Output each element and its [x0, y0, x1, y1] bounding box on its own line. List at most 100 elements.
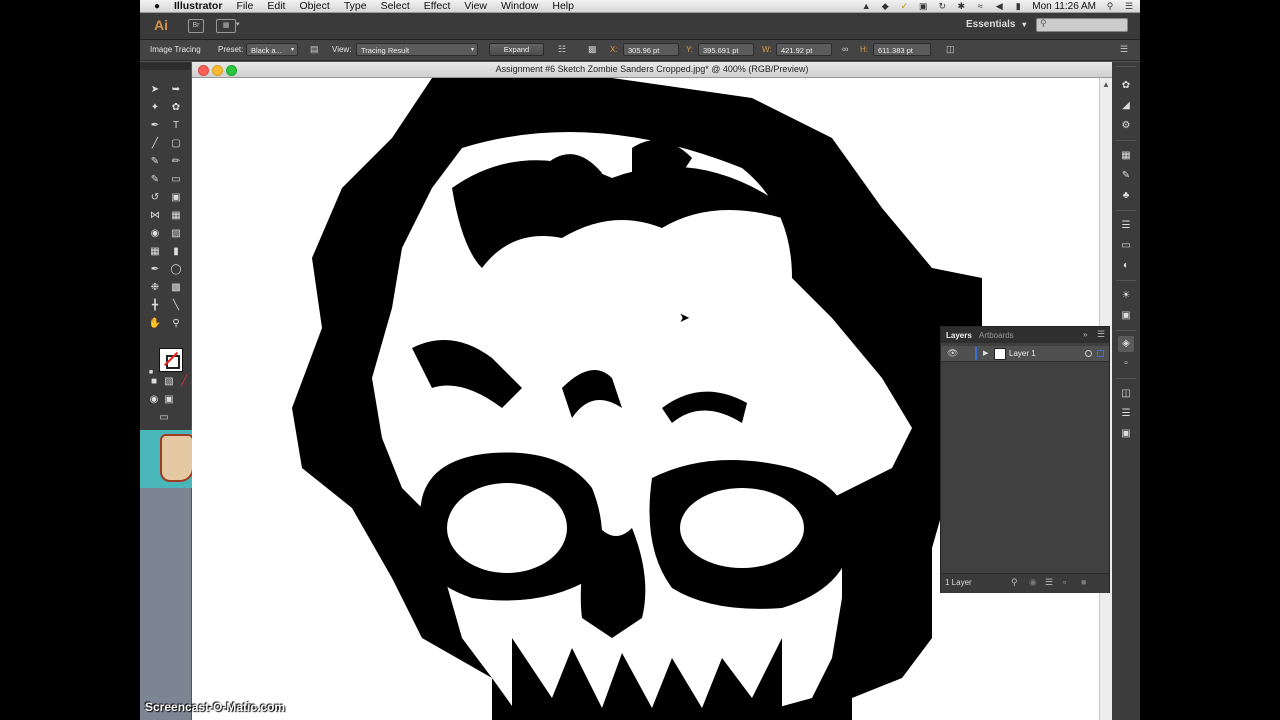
spotlight-search-icon[interactable]: ⚲ [1105, 1, 1115, 11]
graphic-styles-icon[interactable]: ▣ [1118, 308, 1134, 324]
tab-artboards[interactable]: Artboards [979, 331, 1014, 340]
chevron-down-icon[interactable]: ▾ [236, 20, 240, 28]
expand-button[interactable]: Expand [489, 43, 544, 56]
stroke-icon[interactable]: ☰ [1118, 218, 1134, 234]
draw-normal-icon[interactable]: ◉ [146, 392, 162, 408]
mesh-tool-icon[interactable]: ▦ [147, 244, 163, 260]
artboard-tool-icon[interactable]: ╋ [147, 298, 163, 314]
minimize-window-button[interactable] [212, 65, 223, 76]
menu-view[interactable]: View [464, 0, 487, 12]
screen-mode-icon[interactable]: ▭ [156, 410, 172, 426]
expand-triangle-icon[interactable]: ▶ [983, 349, 988, 357]
perspective-grid-tool-icon[interactable]: ▧ [168, 226, 184, 242]
rectangle-tool-icon[interactable]: ▢ [168, 136, 184, 152]
preset-select[interactable]: Black a... ▾ [246, 43, 298, 56]
workspace-switcher[interactable]: Essentials ▾ [966, 19, 1026, 30]
layers-icon[interactable]: ◈ [1118, 336, 1134, 352]
delete-layer-icon[interactable]: ■ [1081, 577, 1086, 587]
menubar-clock[interactable]: Mon 11:26 AM [1032, 1, 1096, 12]
view-select[interactable]: Tracing Result ▾ [356, 43, 478, 56]
symbol-sprayer-tool-icon[interactable]: ❉ [147, 280, 163, 296]
dropbox-icon[interactable]: ◆ [880, 1, 890, 11]
selection-indicator[interactable] [1097, 350, 1104, 357]
zoom-window-button[interactable] [226, 65, 237, 76]
display-icon[interactable]: ▣ [918, 1, 928, 11]
make-clipping-mask-icon[interactable]: ◉ [1029, 577, 1037, 588]
bridge-icon[interactable]: Br [188, 19, 204, 33]
collapse-panel-icon[interactable]: » [1083, 330, 1087, 339]
wifi-icon[interactable]: ≈ [975, 1, 985, 11]
pathfinder-icon[interactable]: ▣ [1118, 426, 1134, 442]
arrange-documents-icon[interactable]: ▦ [216, 19, 236, 33]
width-tool-icon[interactable]: ⋈ [147, 208, 163, 224]
gradient-mode-icon[interactable]: ▧ [161, 374, 177, 390]
direct-selection-tool-icon[interactable]: ➥ [168, 82, 184, 98]
draw-behind-icon[interactable]: ▣ [161, 392, 177, 408]
line-segment-tool-icon[interactable]: ╱ [147, 136, 163, 152]
reference-point-icon[interactable]: ▩ [588, 44, 597, 55]
constrain-proportions-icon[interactable]: ∞ [842, 44, 848, 54]
blend-tool-icon[interactable]: ◯ [168, 262, 184, 278]
swatches-icon[interactable]: ▦ [1118, 148, 1134, 164]
none-mode-icon[interactable]: ╱ [176, 374, 192, 390]
eraser-tool-icon[interactable]: ▭ [168, 172, 184, 188]
hand-tool-icon[interactable]: ✋ [147, 316, 163, 332]
fill-stroke-swatch[interactable] [159, 348, 183, 372]
align-icon[interactable]: ☷ [558, 44, 566, 55]
menu-help[interactable]: Help [552, 0, 574, 12]
slice-tool-icon[interactable]: ╲ [168, 298, 184, 314]
transform-icon[interactable]: ◫ [1118, 386, 1134, 402]
notification-bell-icon[interactable]: ▲ [861, 1, 871, 11]
blob-brush-tool-icon[interactable]: ✎ [147, 172, 163, 188]
locate-object-icon[interactable]: ⚲ [1011, 577, 1018, 588]
brushes-icon[interactable]: ✎ [1118, 168, 1134, 184]
scroll-up-icon[interactable]: ▲ [1102, 80, 1110, 89]
rotate-tool-icon[interactable]: ↺ [147, 190, 163, 206]
menu-effect[interactable]: Effect [424, 0, 451, 12]
menu-window[interactable]: Window [501, 0, 538, 12]
type-tool-icon[interactable]: T [168, 118, 184, 134]
eyedropper-tool-icon[interactable]: ✒ [147, 262, 163, 278]
image-trace-panel-icon[interactable]: ▤ [310, 44, 319, 55]
layer-row[interactable]: 👁 ▶ Layer 1 [941, 346, 1109, 362]
x-position-field[interactable]: 305.96 pt [623, 43, 679, 56]
checkmark-icon[interactable]: ✓ [899, 1, 909, 11]
color-guide-icon[interactable]: ✿ [1118, 78, 1134, 94]
artboards-icon[interactable]: ▫ [1118, 356, 1134, 372]
menu-object[interactable]: Object [299, 0, 329, 12]
color-icon[interactable]: ◢ [1118, 98, 1134, 114]
gradient-tool-icon[interactable]: ▮ [168, 244, 184, 260]
width-field[interactable]: 421.92 pt [776, 43, 832, 56]
create-new-layer-icon[interactable]: ▫ [1063, 577, 1066, 587]
color-mode-icon[interactable]: ■ [146, 374, 162, 390]
notification-center-icon[interactable]: ☰ [1124, 1, 1134, 11]
panel-menu-icon[interactable]: ☰ [1097, 329, 1105, 340]
lasso-tool-icon[interactable]: ✿ [168, 100, 184, 116]
transform-icon[interactable]: ◫ [946, 44, 955, 55]
tab-layers[interactable]: Layers [946, 331, 972, 340]
panel-menu-icon[interactable]: ☰ [1120, 44, 1128, 55]
image-trace-icon[interactable]: ⚙ [1118, 118, 1134, 134]
appearance-icon[interactable]: ☀ [1118, 288, 1134, 304]
free-transform-tool-icon[interactable]: ▦ [168, 208, 184, 224]
y-position-field[interactable]: 395.691 pt [698, 43, 754, 56]
visibility-eye-icon[interactable]: 👁 [947, 348, 958, 359]
magic-wand-tool-icon[interactable]: ✦ [147, 100, 163, 116]
app-menu-illustrator[interactable]: Illustrator [174, 0, 222, 12]
close-window-button[interactable] [198, 65, 209, 76]
tools-panel-grip[interactable] [140, 62, 191, 70]
pen-tool-icon[interactable]: ✒ [147, 118, 163, 134]
menu-select[interactable]: Select [381, 0, 410, 12]
volume-icon[interactable]: ◀ [994, 1, 1004, 11]
battery-icon[interactable]: ▮ [1013, 1, 1023, 11]
bluetooth-icon[interactable]: ✱ [956, 1, 966, 11]
image-tracing-label[interactable]: Image Tracing [150, 45, 201, 54]
align-icon[interactable]: ☰ [1118, 406, 1134, 422]
height-field[interactable]: 611.383 pt [873, 43, 931, 56]
menu-type[interactable]: Type [344, 0, 367, 12]
scale-tool-icon[interactable]: ▣ [168, 190, 184, 206]
apple-menu-icon[interactable]: ● [150, 1, 164, 12]
paintbrush-tool-icon[interactable]: ✎ [147, 154, 163, 170]
menu-edit[interactable]: Edit [267, 0, 285, 12]
pencil-tool-icon[interactable]: ✏ [168, 154, 184, 170]
